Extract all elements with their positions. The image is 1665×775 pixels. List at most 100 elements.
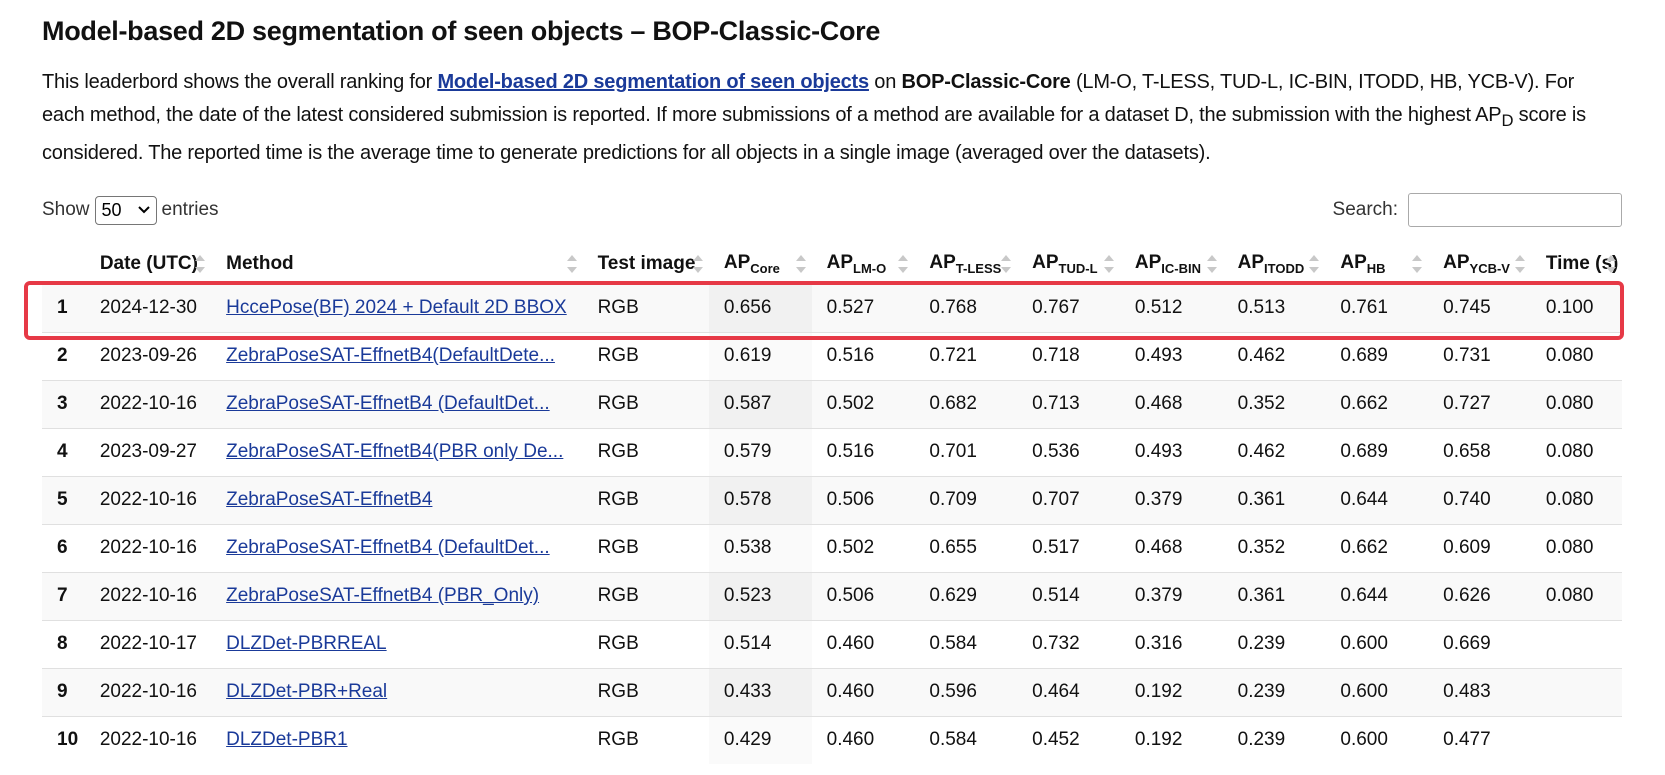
cell-test-image: RGB xyxy=(582,475,709,524)
column-header-time[interactable]: Time (s) xyxy=(1530,244,1622,285)
column-header-method[interactable]: Method xyxy=(211,244,583,285)
cell-ap-ycbv: 0.626 xyxy=(1428,571,1531,620)
method-link[interactable]: HccePose(BF) 2024 + Default 2D BBOX xyxy=(226,297,567,318)
dataset-name: BOP-Classic-Core xyxy=(901,71,1071,93)
cell-ap-ycbv: 0.609 xyxy=(1428,523,1531,572)
table-row: 3 2022-10-16 ZebraPoseSAT-EffnetB4 (Defaul… xyxy=(42,379,1622,428)
cell-method: ZebraPoseSAT-EffnetB4 (PBR_Only) xyxy=(211,571,583,620)
column-header-label: Date (UTC) xyxy=(99,252,198,274)
method-link[interactable]: ZebraPoseSAT-EffnetB4(PBR only De... xyxy=(226,441,563,462)
intro-part-2: on xyxy=(868,71,902,93)
column-header-ap-ycbv[interactable]: APYCB-V xyxy=(1428,244,1531,285)
column-header-ap-icbin[interactable]: APIC-BIN xyxy=(1119,244,1223,285)
cell-rank: 5 xyxy=(42,475,85,524)
search-input[interactable] xyxy=(1408,193,1622,227)
cell-ap-tless: 0.682 xyxy=(914,379,1018,428)
cell-time xyxy=(1530,619,1622,668)
column-header-subscript: ITODD xyxy=(1264,260,1305,276)
sort-icon xyxy=(692,255,703,273)
entries-select[interactable]: 50 xyxy=(94,195,157,225)
cell-ap-tless: 0.584 xyxy=(914,619,1018,668)
cell-time: 0.080 xyxy=(1530,475,1622,524)
column-header-ap-lmo[interactable]: APLM-O xyxy=(811,244,915,285)
cell-ap-ycbv: 0.483 xyxy=(1428,667,1531,716)
cell-ap-icbin: 0.512 xyxy=(1119,283,1223,332)
cell-ap-lmo: 0.460 xyxy=(811,667,915,716)
cell-test-image: RGB xyxy=(582,427,709,476)
header-row: Date (UTC) Method Test image APCore APLM-O AP… xyxy=(42,244,1622,285)
cell-ap-icbin: 0.192 xyxy=(1119,667,1223,716)
cell-ap-hb: 0.600 xyxy=(1325,667,1429,716)
table-row: 7 2022-10-16 ZebraPoseSAT-EffnetB4 (PBR_On… xyxy=(42,571,1622,620)
method-link[interactable]: DLZDet-PBRREAL xyxy=(226,633,387,654)
cell-ap-core: 0.433 xyxy=(708,667,812,716)
cell-method: ZebraPoseSAT-EffnetB4 (DefaultDet... xyxy=(211,379,583,428)
cell-method: ZebraPoseSAT-EffnetB4(DefaultDete... xyxy=(211,331,583,380)
cell-ap-itodd: 0.462 xyxy=(1222,331,1326,380)
cell-time: 0.080 xyxy=(1530,331,1622,380)
cell-time: 0.080 xyxy=(1530,523,1622,572)
column-header-ap-itodd[interactable]: APITODD xyxy=(1222,244,1326,285)
column-header-test-image[interactable]: Test image xyxy=(582,244,709,285)
cell-ap-tless: 0.721 xyxy=(914,331,1018,380)
cell-date: 2023-09-26 xyxy=(84,331,212,380)
column-header-label: AP xyxy=(826,251,854,273)
cell-ap-tless: 0.709 xyxy=(914,475,1018,524)
column-header-ap-hb[interactable]: APHB xyxy=(1325,244,1429,285)
cell-ap-lmo: 0.502 xyxy=(811,523,915,572)
column-header-label: AP xyxy=(929,251,956,273)
cell-ap-core: 0.578 xyxy=(708,475,812,524)
cell-method: DLZDet-PBR1 xyxy=(211,715,583,764)
column-header-ap-tless[interactable]: APT-LESS xyxy=(914,244,1018,285)
cell-ap-ycbv: 0.745 xyxy=(1428,283,1531,332)
cell-test-image: RGB xyxy=(582,715,709,764)
column-header-ap-tudl[interactable]: APTUD-L xyxy=(1017,244,1120,285)
cell-time xyxy=(1530,667,1622,716)
cell-ap-lmo: 0.460 xyxy=(811,619,915,668)
cell-ap-tless: 0.701 xyxy=(914,427,1018,476)
method-link[interactable]: ZebraPoseSAT-EffnetB4 (PBR_Only) xyxy=(226,585,539,606)
cell-ap-hb: 0.662 xyxy=(1325,523,1429,572)
sort-icon xyxy=(1103,255,1114,273)
method-link[interactable]: ZebraPoseSAT-EffnetB4 (DefaultDet... xyxy=(226,537,550,558)
cell-method: ZebraPoseSAT-EffnetB4 xyxy=(211,475,583,524)
column-header-ap-core[interactable]: APCore xyxy=(708,244,812,285)
cell-ap-core: 0.523 xyxy=(708,571,812,620)
cell-rank: 10 xyxy=(42,715,85,764)
cell-ap-tless: 0.655 xyxy=(914,523,1018,572)
cell-ap-lmo: 0.506 xyxy=(811,571,915,620)
cell-rank: 2 xyxy=(42,331,85,380)
cell-ap-icbin: 0.468 xyxy=(1119,523,1223,572)
table-row: 2 2023-09-26 ZebraPoseSAT-EffnetB4(Default… xyxy=(42,331,1622,380)
column-header-subscript: LM-O xyxy=(853,260,887,276)
cell-ap-itodd: 0.352 xyxy=(1222,523,1326,572)
cell-ap-hb: 0.600 xyxy=(1325,619,1429,668)
column-header-label: Test image xyxy=(597,252,696,274)
cell-ap-icbin: 0.379 xyxy=(1119,475,1223,524)
sort-icon xyxy=(1412,255,1423,273)
cell-ap-core: 0.579 xyxy=(708,427,812,476)
method-link[interactable]: DLZDet-PBR1 xyxy=(226,729,347,750)
sort-icon xyxy=(195,255,206,273)
column-header-subscript: TUD-L xyxy=(1058,260,1098,276)
method-link[interactable]: ZebraPoseSAT-EffnetB4 (DefaultDet... xyxy=(226,393,550,414)
column-header-date[interactable]: Date (UTC) xyxy=(84,244,212,285)
cell-test-image: RGB xyxy=(582,331,709,380)
task-link[interactable]: Model-based 2D segmentation of seen obje… xyxy=(437,71,869,93)
method-link[interactable]: DLZDet-PBR+Real xyxy=(226,681,387,702)
cell-time: 0.080 xyxy=(1530,379,1622,428)
cell-ap-icbin: 0.379 xyxy=(1119,571,1223,620)
cell-date: 2024-12-30 xyxy=(84,283,212,332)
sort-icon xyxy=(1206,255,1217,273)
leaderboard-table: Date (UTC) Method Test image APCore APLM-O AP… xyxy=(42,244,1622,764)
cell-ap-tudl: 0.718 xyxy=(1017,331,1120,380)
method-link[interactable]: ZebraPoseSAT-EffnetB4(DefaultDete... xyxy=(226,345,555,366)
cell-method: HccePose(BF) 2024 + Default 2D BBOX xyxy=(211,283,583,332)
method-link[interactable]: ZebraPoseSAT-EffnetB4 xyxy=(226,489,432,510)
cell-ap-tudl: 0.707 xyxy=(1017,475,1120,524)
column-header-subscript: Core xyxy=(750,260,780,276)
cell-test-image: RGB xyxy=(582,283,709,332)
cell-date: 2022-10-17 xyxy=(84,619,212,668)
sort-icon xyxy=(1001,255,1012,273)
cell-ap-ycbv: 0.731 xyxy=(1428,331,1531,380)
